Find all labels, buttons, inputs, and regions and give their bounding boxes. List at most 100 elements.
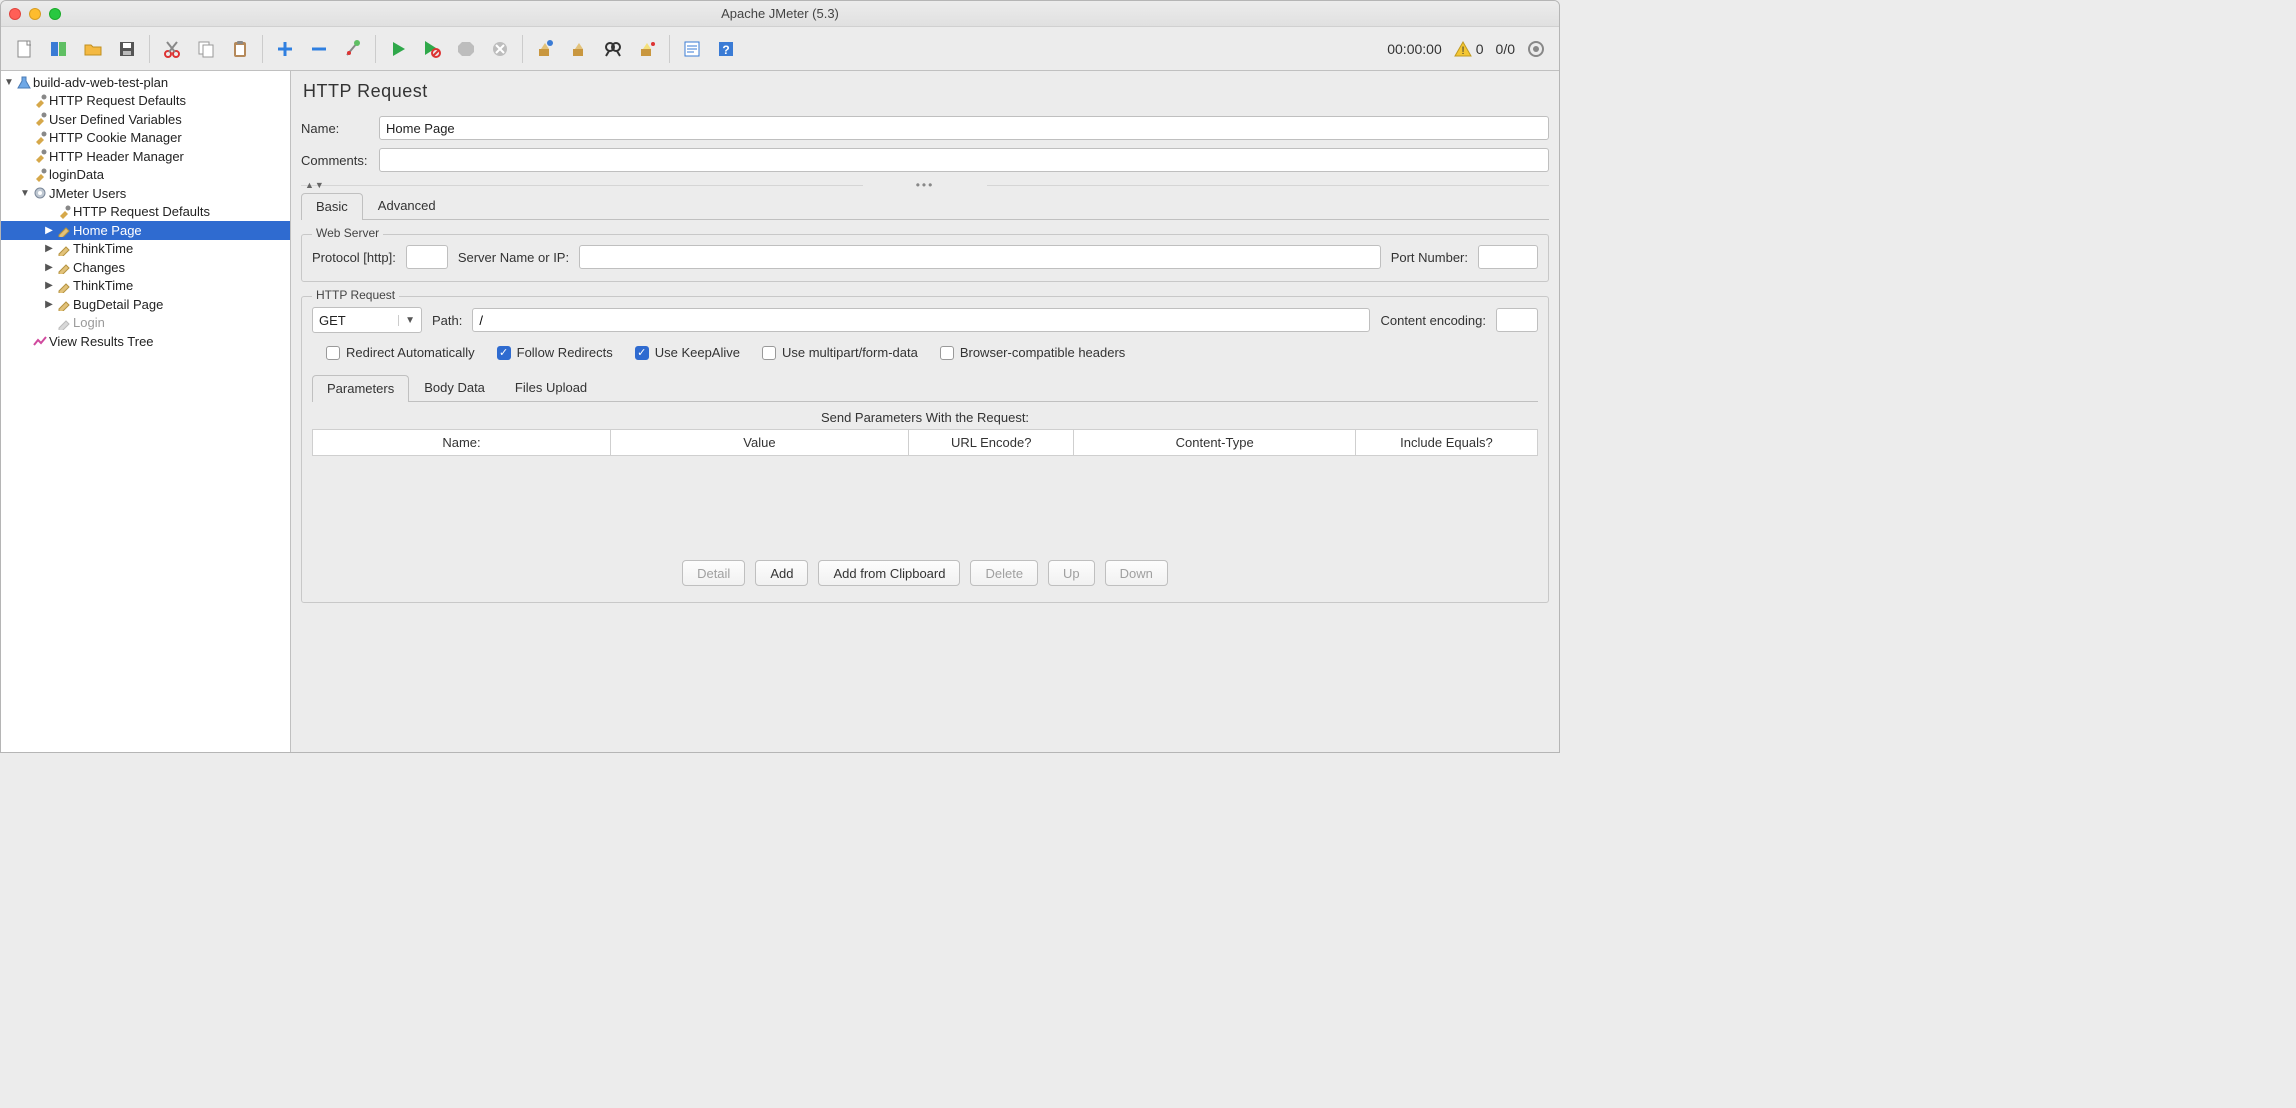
tree-label: BugDetail Page — [73, 297, 163, 312]
tree-label: Changes — [73, 260, 125, 275]
tree-item[interactable]: HTTP Header Manager — [1, 147, 290, 166]
server-input[interactable] — [579, 245, 1381, 269]
name-input[interactable] — [379, 116, 1549, 140]
parameters-table[interactable]: Name: Value URL Encode? Content-Type Inc… — [312, 429, 1538, 456]
disclosure-icon[interactable]: ▶ — [43, 225, 55, 236]
collapse-all-button[interactable] — [303, 33, 335, 65]
encoding-input[interactable] — [1496, 308, 1538, 332]
down-button[interactable]: Down — [1105, 560, 1168, 586]
comments-input[interactable] — [379, 148, 1549, 172]
server-label: Server Name or IP: — [458, 250, 569, 265]
disclosure-icon[interactable]: ▶ — [43, 243, 55, 254]
disclosure-icon[interactable]: ▼ — [3, 77, 15, 88]
disclosure-icon[interactable]: ▼ — [19, 188, 31, 199]
copy-button[interactable] — [190, 33, 222, 65]
function-helper-button[interactable] — [676, 33, 708, 65]
tree-thread-group[interactable]: ▼JMeter Users — [1, 184, 290, 203]
col-url-encode[interactable]: URL Encode? — [908, 430, 1074, 456]
protocol-input[interactable] — [406, 245, 448, 269]
help-button[interactable]: ? — [710, 33, 742, 65]
checkbox-row: Redirect Automatically ✓Follow Redirects… — [312, 345, 1538, 360]
warning-indicator[interactable]: ! 0 — [1454, 40, 1484, 58]
tree-panel[interactable]: ▼ build-adv-web-test-plan HTTP Request D… — [1, 71, 291, 752]
content-area: ▼ build-adv-web-test-plan HTTP Request D… — [1, 71, 1559, 752]
col-content-type[interactable]: Content-Type — [1074, 430, 1355, 456]
method-select[interactable]: GET ▼ — [312, 307, 422, 333]
port-input[interactable] — [1478, 245, 1538, 269]
group-title: Web Server — [312, 226, 383, 240]
splitter-handle[interactable]: ▲▼ ••• — [301, 180, 1549, 190]
disclosure-icon[interactable]: ▶ — [43, 280, 55, 291]
tree-item[interactable]: ▶ThinkTime — [1, 240, 290, 259]
checkbox-icon: ✓ — [497, 346, 511, 360]
thread-count: 0/0 — [1496, 41, 1515, 57]
add-from-clipboard-button[interactable]: Add from Clipboard — [818, 560, 960, 586]
tree-item[interactable]: ▶ Changes — [1, 258, 290, 277]
toolbar-separator — [262, 35, 263, 63]
tree-label: Home Page — [73, 223, 142, 238]
detail-panel: HTTP Request Name: Comments: ▲▼ ••• Basi… — [291, 71, 1559, 752]
col-include-equals[interactable]: Include Equals? — [1355, 430, 1537, 456]
panel-title: HTTP Request — [303, 81, 1549, 102]
tree-item-login[interactable]: Login — [1, 314, 290, 333]
expand-all-button[interactable] — [269, 33, 301, 65]
table-buttons: Detail Add Add from Clipboard Delete Up … — [312, 546, 1538, 590]
pencil-icon — [55, 241, 73, 257]
templates-button[interactable] — [43, 33, 75, 65]
open-button[interactable] — [77, 33, 109, 65]
disclosure-icon[interactable]: ▶ — [43, 299, 55, 310]
tab-advanced[interactable]: Advanced — [363, 192, 451, 219]
reset-search-button[interactable] — [631, 33, 663, 65]
tree-test-plan[interactable]: ▼ build-adv-web-test-plan — [1, 73, 290, 92]
path-input[interactable] — [472, 308, 1370, 332]
detail-button[interactable]: Detail — [682, 560, 745, 586]
start-button[interactable] — [382, 33, 414, 65]
multipart-checkbox[interactable]: Use multipart/form-data — [762, 345, 918, 360]
toggle-button[interactable] — [337, 33, 369, 65]
clear-all-button[interactable] — [563, 33, 595, 65]
tree-item[interactable]: ▶ThinkTime — [1, 277, 290, 296]
col-value[interactable]: Value — [610, 430, 908, 456]
toolbar-separator — [149, 35, 150, 63]
tab-parameters[interactable]: Parameters — [312, 375, 409, 402]
new-file-button[interactable] — [9, 33, 41, 65]
follow-redirects-checkbox[interactable]: ✓Follow Redirects — [497, 345, 613, 360]
tab-files-upload[interactable]: Files Upload — [500, 374, 602, 401]
tree-item[interactable]: HTTP Request Defaults — [1, 92, 290, 111]
tree-label: Login — [73, 315, 105, 330]
tree-item[interactable]: User Defined Variables — [1, 110, 290, 129]
tree-item[interactable]: ▶ BugDetail Page — [1, 295, 290, 314]
tree-item-results-tree[interactable]: View Results Tree — [1, 332, 290, 351]
pencil-icon — [55, 259, 73, 275]
status-bar: 00:00:00 ! 0 0/0 — [1387, 40, 1551, 58]
body-tabs: Parameters Body Data Files Upload — [312, 374, 1538, 402]
titlebar: Apache JMeter (5.3) — [1, 1, 1559, 27]
tree-label: View Results Tree — [49, 334, 154, 349]
save-button[interactable] — [111, 33, 143, 65]
redirect-auto-checkbox[interactable]: Redirect Automatically — [326, 345, 475, 360]
search-button[interactable] — [597, 33, 629, 65]
warning-count: 0 — [1476, 41, 1484, 57]
tree-item-home-page[interactable]: ▶ Home Page — [1, 221, 290, 240]
disclosure-icon[interactable]: ▶ — [43, 262, 55, 273]
keep-alive-checkbox[interactable]: ✓Use KeepAlive — [635, 345, 740, 360]
name-row: Name: — [301, 116, 1549, 140]
browser-headers-checkbox[interactable]: Browser-compatible headers — [940, 345, 1125, 360]
tab-basic[interactable]: Basic — [301, 193, 363, 220]
tree-item[interactable]: HTTP Request Defaults — [1, 203, 290, 222]
tree-item[interactable]: HTTP Cookie Manager — [1, 129, 290, 148]
paste-button[interactable] — [224, 33, 256, 65]
up-button[interactable]: Up — [1048, 560, 1095, 586]
chevron-down-icon: ▼ — [398, 315, 415, 326]
stop-button[interactable] — [450, 33, 482, 65]
clear-button[interactable] — [529, 33, 561, 65]
shutdown-button[interactable] — [484, 33, 516, 65]
delete-button[interactable]: Delete — [970, 560, 1038, 586]
col-name[interactable]: Name: — [313, 430, 611, 456]
cut-button[interactable] — [156, 33, 188, 65]
pencil-icon — [55, 278, 73, 294]
start-no-pause-button[interactable] — [416, 33, 448, 65]
tab-body-data[interactable]: Body Data — [409, 374, 500, 401]
add-button[interactable]: Add — [755, 560, 808, 586]
tree-item[interactable]: loginData — [1, 166, 290, 185]
